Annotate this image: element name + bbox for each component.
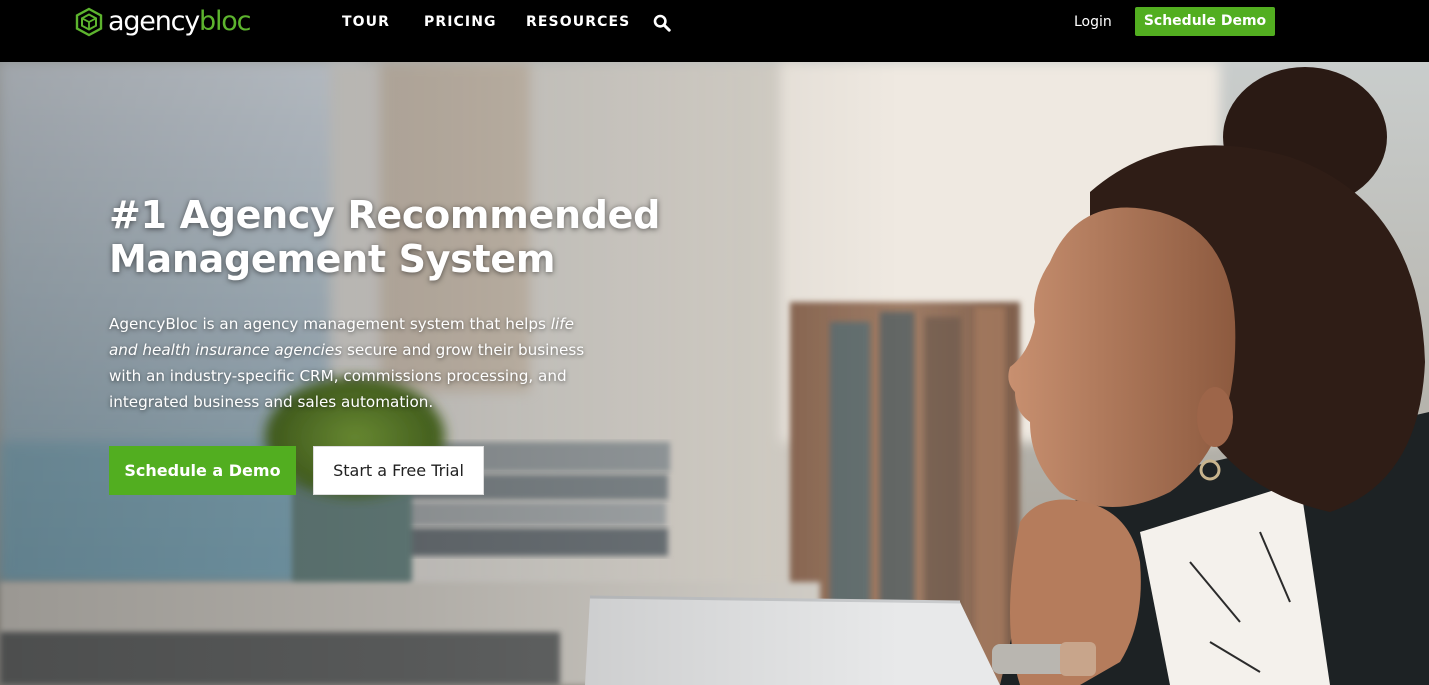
hero-description-line-4: integrated business and sales automation… xyxy=(109,393,434,411)
schedule-demo-nav-button[interactable]: Schedule Demo xyxy=(1135,7,1275,36)
hero-description-text-2: secure and grow their business xyxy=(342,341,585,359)
hero-description-em-2: and health insurance agencies xyxy=(109,341,343,359)
hero-description: AgencyBloc is an agency management syste… xyxy=(109,311,584,415)
hero-section: #1 Agency Recommended Management System … xyxy=(0,62,1429,685)
logo-wordmark: agencybloc xyxy=(108,6,251,37)
nav-link-resources[interactable]: RESOURCES xyxy=(526,14,630,30)
logo-text-agency: agency xyxy=(108,6,200,37)
hero-description-text-1: AgencyBloc is an agency management syste… xyxy=(109,315,551,333)
start-free-trial-button[interactable]: Start a Free Trial xyxy=(313,446,484,495)
search-icon[interactable] xyxy=(653,14,671,32)
hero-title-line-1: #1 Agency Recommended xyxy=(109,193,661,237)
hero-description-line-3: with an industry-specific CRM, commissio… xyxy=(109,367,567,385)
hero-title: #1 Agency Recommended Management System xyxy=(109,193,669,281)
agencybloc-logo[interactable]: agencybloc xyxy=(74,5,251,39)
login-link[interactable]: Login xyxy=(1074,14,1112,30)
cube-logo-icon xyxy=(75,7,103,37)
hero-title-line-2: Management System xyxy=(109,237,556,281)
schedule-a-demo-button[interactable]: Schedule a Demo xyxy=(109,446,296,495)
hero-description-line-2: and health insurance agencies secure and… xyxy=(109,337,584,363)
nav-link-pricing[interactable]: PRICING xyxy=(424,14,497,30)
hero-description-line-1: AgencyBloc is an agency management syste… xyxy=(109,311,579,337)
nav-link-tour[interactable]: TOUR xyxy=(342,14,390,30)
logo-text-bloc: bloc xyxy=(199,6,251,37)
top-navbar: agencybloc TOUR PRICING RESOURCES Login … xyxy=(0,0,1429,62)
hero-description-em-1: life xyxy=(550,315,574,333)
